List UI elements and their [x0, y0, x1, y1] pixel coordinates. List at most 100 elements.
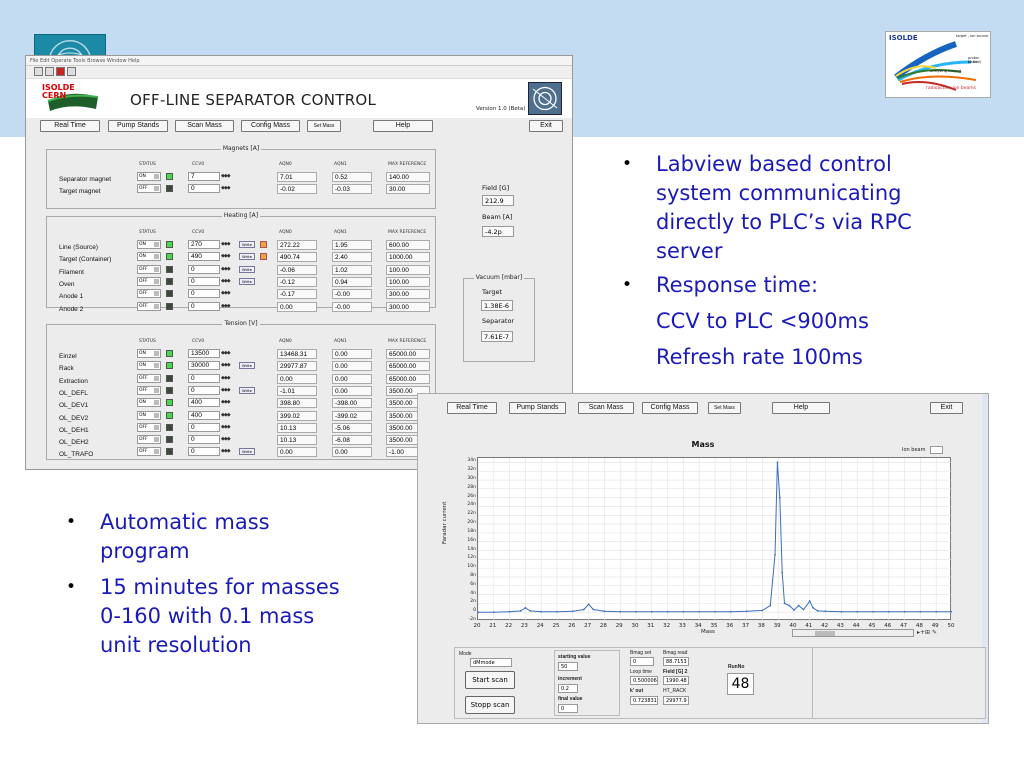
scrollbar-thumb[interactable]: [815, 631, 835, 636]
ccv-input[interactable]: 30000: [188, 361, 220, 371]
spin-arrows-icon[interactable]: ◆◆◆: [221, 411, 235, 420]
spin-arrows-icon[interactable]: ◆◆◆: [221, 277, 235, 286]
ccv-input[interactable]: 0: [188, 289, 220, 299]
ccv-input[interactable]: 0: [188, 435, 220, 445]
status-select[interactable]: OFF: [137, 264, 161, 274]
graph-palette-icon[interactable]: ▸+⊞ ✎: [917, 629, 937, 636]
ccv-input[interactable]: 400: [188, 398, 220, 408]
real-time-button[interactable]: Real Time: [447, 402, 497, 414]
write-button[interactable]: Write: [239, 386, 255, 394]
run-arrow-icon[interactable]: [34, 67, 43, 76]
ccv-input[interactable]: 13500: [188, 349, 220, 358]
mass-plot-area[interactable]: [477, 457, 952, 621]
status-select[interactable]: OFF: [137, 373, 161, 383]
scan-mass-button[interactable]: Scan Mass: [578, 402, 634, 414]
write-button[interactable]: Write: [239, 265, 255, 273]
real-time-button[interactable]: Real Time: [40, 120, 100, 132]
spin-arrows-icon[interactable]: ◆◆◆: [221, 386, 235, 395]
ccv-input[interactable]: 0: [188, 301, 220, 311]
ramp-chart-icon[interactable]: [260, 253, 267, 261]
status-select[interactable]: OFF: [137, 289, 161, 299]
legend-line-icon[interactable]: [930, 446, 943, 454]
ccv-input[interactable]: 7: [188, 172, 220, 181]
spin-arrows-icon[interactable]: ◆◆◆: [221, 302, 235, 311]
ccv-input[interactable]: 0: [188, 373, 220, 383]
status-select[interactable]: ON: [137, 172, 161, 181]
exit-button[interactable]: Exit: [930, 402, 963, 414]
start-scan-button[interactable]: Start scan: [465, 671, 515, 689]
set-mass-button[interactable]: Set Mass: [708, 402, 741, 414]
help-button[interactable]: Help: [772, 402, 830, 414]
ccv-input[interactable]: 0: [188, 264, 220, 274]
spin-arrows-icon[interactable]: ◆◆◆: [221, 423, 235, 432]
status-subpanel: [812, 647, 986, 719]
spin-arrows-icon[interactable]: ◆◆◆: [221, 447, 235, 456]
data-point: [808, 600, 811, 603]
status-select[interactable]: ON: [137, 398, 161, 408]
ccv-input[interactable]: 0: [188, 276, 220, 286]
starting-value-input[interactable]: 50: [558, 662, 578, 671]
spin-arrows-icon[interactable]: ◆◆◆: [221, 184, 235, 193]
write-button[interactable]: Write: [239, 362, 255, 370]
status-select[interactable]: OFF: [137, 276, 161, 286]
ccv-input[interactable]: 400: [188, 410, 220, 420]
run-continuous-icon[interactable]: [45, 67, 54, 76]
ccv-input[interactable]: 0: [188, 422, 220, 432]
spin-arrows-icon[interactable]: ◆◆◆: [221, 349, 235, 358]
data-point: [824, 610, 827, 613]
stop-scan-button[interactable]: Stopp scan: [465, 696, 515, 714]
exit-button[interactable]: Exit: [529, 120, 563, 132]
magnets-panel: Magnets [A] STATUS CCV0 AQN0 AQN1 MAX REFEREN…: [46, 145, 436, 209]
status-select[interactable]: OFF: [137, 435, 161, 445]
isolde-logo-label-gev: (1 GeV): [968, 60, 982, 64]
spin-arrows-icon[interactable]: ◆◆◆: [221, 265, 235, 274]
pause-icon[interactable]: [67, 67, 76, 76]
ccv-input[interactable]: 0: [188, 385, 220, 395]
status-select[interactable]: OFF: [137, 184, 161, 194]
write-button[interactable]: Write: [239, 253, 255, 261]
plot-horizontal-scrollbar[interactable]: [792, 629, 914, 637]
increment-input[interactable]: 0.2: [558, 684, 578, 693]
set-mass-button[interactable]: Set Mass: [307, 120, 341, 132]
config-mass-button[interactable]: Config Mass: [241, 120, 300, 132]
status-select[interactable]: ON: [137, 240, 161, 249]
status-select[interactable]: OFF: [137, 422, 161, 432]
spin-arrows-icon[interactable]: ◆◆◆: [221, 172, 235, 181]
spin-arrows-icon[interactable]: ◆◆◆: [221, 361, 235, 370]
config-mass-button[interactable]: Config Mass: [642, 402, 698, 414]
status-select[interactable]: ON: [137, 252, 161, 262]
spin-arrows-icon[interactable]: ◆◆◆: [221, 240, 235, 249]
status-select[interactable]: OFF: [137, 447, 161, 457]
status-select[interactable]: ON: [137, 349, 161, 358]
ccv-input[interactable]: 490: [188, 252, 220, 262]
ccv-input[interactable]: 0: [188, 184, 220, 194]
spin-arrows-icon[interactable]: ◆◆◆: [221, 252, 235, 261]
status-select[interactable]: ON: [137, 410, 161, 420]
pump-stands-button[interactable]: Pump Stands: [509, 402, 566, 414]
mode-select[interactable]: dMmode: [470, 658, 512, 667]
status-select[interactable]: OFF: [137, 385, 161, 395]
scan-mass-button[interactable]: Scan Mass: [175, 120, 234, 132]
spin-arrows-icon[interactable]: ◆◆◆: [221, 289, 235, 298]
ccv-input[interactable]: 0: [188, 447, 220, 457]
pump-stands-button[interactable]: Pump Stands: [108, 120, 168, 132]
write-button[interactable]: Write: [239, 277, 255, 285]
spin-arrows-icon[interactable]: ◆◆◆: [221, 374, 235, 383]
final-value-input[interactable]: 0: [558, 704, 578, 713]
ramp-chart-icon[interactable]: [260, 241, 267, 248]
write-button[interactable]: Write: [239, 241, 255, 248]
write-button[interactable]: Write: [239, 448, 255, 456]
status-led-icon: [166, 253, 173, 261]
app-header: ISOLDE CERN OFF-LINE SEPARATOR CONTROL V…: [26, 78, 572, 118]
status-select[interactable]: OFF: [137, 301, 161, 311]
status-select[interactable]: ON: [137, 361, 161, 371]
abort-icon[interactable]: [56, 67, 65, 76]
help-button[interactable]: Help: [373, 120, 433, 132]
spin-arrows-icon[interactable]: ◆◆◆: [221, 398, 235, 407]
ccv-input[interactable]: 270: [188, 240, 220, 249]
data-point: [729, 610, 732, 613]
status-led-icon: [166, 241, 173, 248]
k-out-value: 0.723831: [630, 696, 658, 705]
spin-arrows-icon[interactable]: ◆◆◆: [221, 435, 235, 444]
tension-panel: Tension [V] STATUS CCV0 AQN0 AQN1 MAX REFEREN…: [46, 320, 436, 460]
